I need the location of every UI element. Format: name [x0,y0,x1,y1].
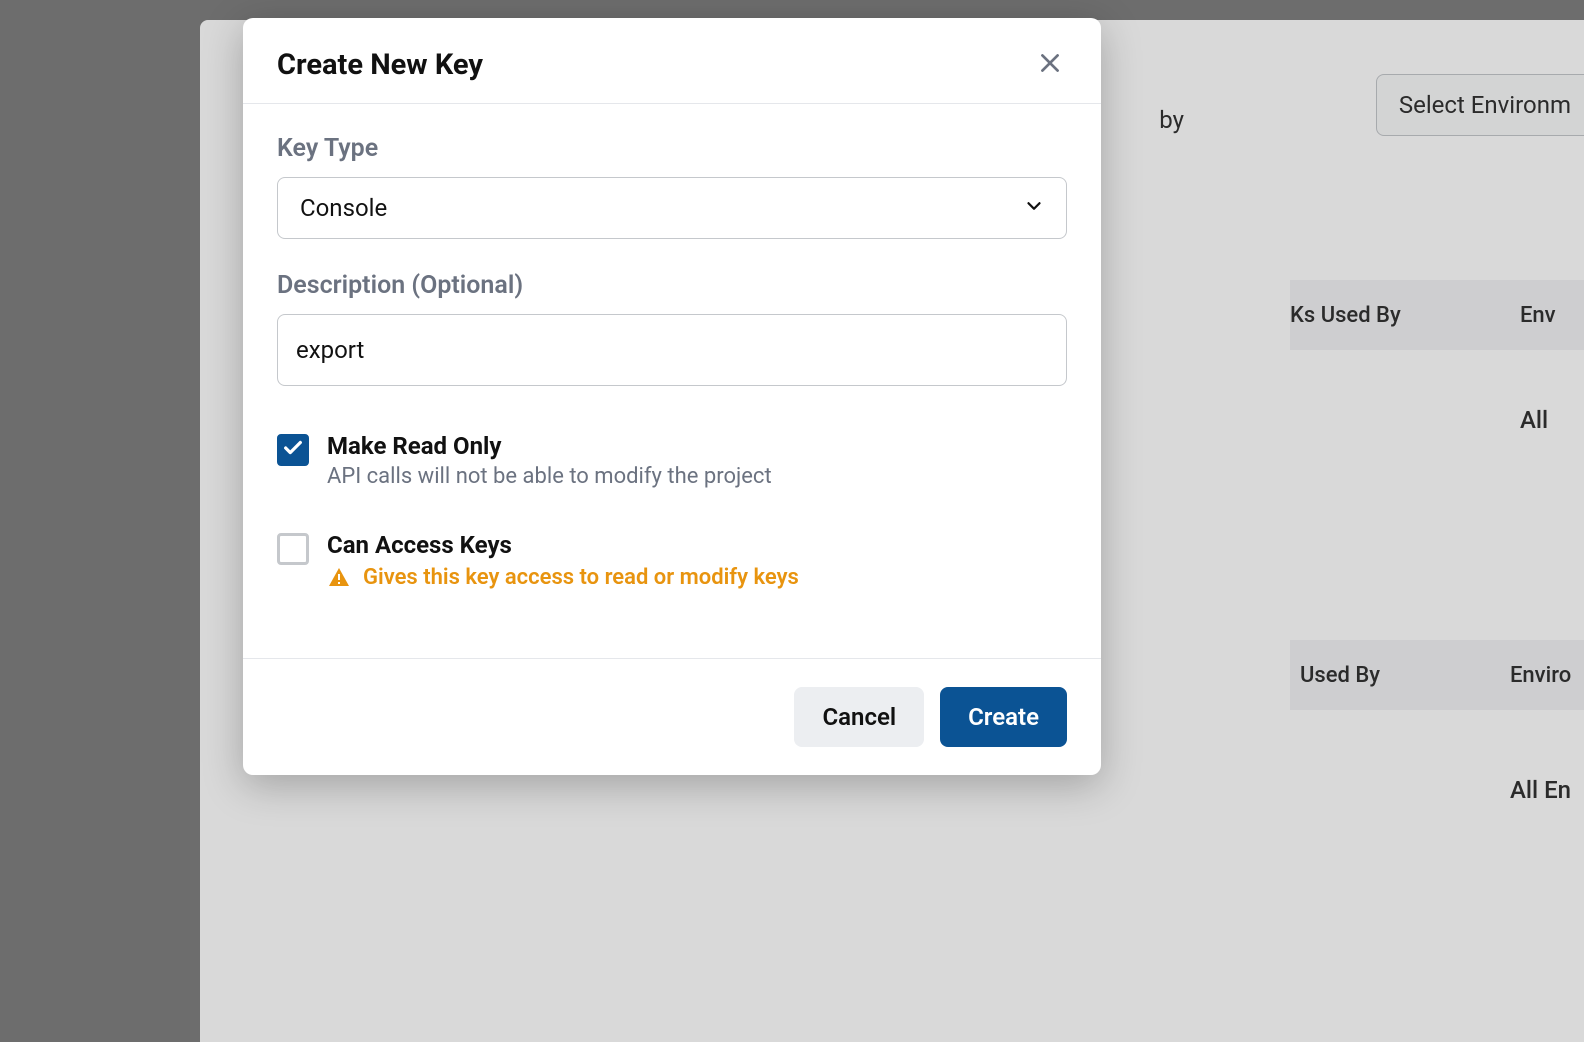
modal-header: Create New Key [243,18,1101,104]
access-keys-label: Can Access Keys [327,531,1067,559]
warning-icon [327,566,351,590]
access-keys-warning-text: Gives this key access to read or modify … [363,565,799,590]
readonly-content: Make Read Only API calls will not be abl… [327,432,1067,489]
key-type-select[interactable]: Console [277,177,1067,239]
modal-footer: Cancel Create [243,658,1101,775]
cancel-button[interactable]: Cancel [794,687,924,747]
readonly-checkbox-group: Make Read Only API calls will not be abl… [277,418,1067,489]
create-key-modal: Create New Key Key Type Console [243,18,1101,775]
key-type-label: Key Type [277,134,1067,163]
readonly-checkbox[interactable] [277,434,309,466]
check-icon [282,437,304,463]
access-keys-checkbox-group: Can Access Keys Gives this key access to… [277,517,1067,590]
modal-title: Create New Key [277,48,483,82]
access-keys-content: Can Access Keys Gives this key access to… [327,531,1067,590]
close-button[interactable] [1033,46,1067,83]
readonly-label: Make Read Only [327,432,1067,460]
key-type-group: Key Type Console [277,134,1067,239]
access-keys-checkbox[interactable] [277,533,309,565]
description-group: Description (Optional) [277,271,1067,386]
access-keys-warning: Gives this key access to read or modify … [327,565,1067,590]
description-label: Description (Optional) [277,271,1067,300]
close-icon [1037,50,1063,79]
modal-body: Key Type Console Description (Optional) [243,104,1101,658]
key-type-select-wrapper: Console [277,177,1067,239]
create-button[interactable]: Create [940,687,1067,747]
readonly-hint: API calls will not be able to modify the… [327,464,1067,489]
description-input[interactable] [277,314,1067,386]
